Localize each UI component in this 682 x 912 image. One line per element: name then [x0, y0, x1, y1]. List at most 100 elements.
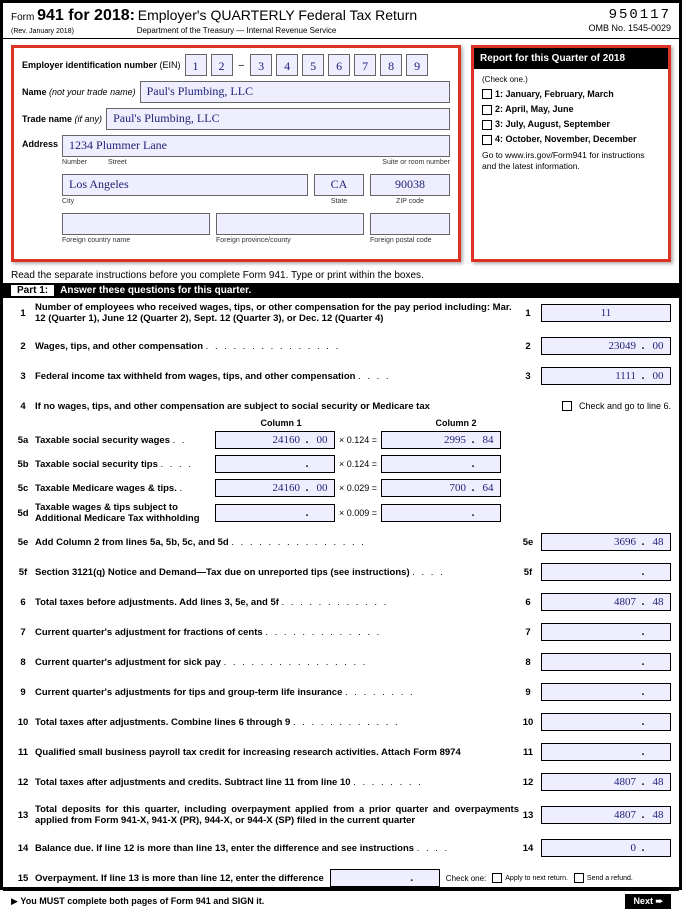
- state-sublabel: State: [314, 198, 364, 205]
- quarter-title: Report for this Quarter of 2018: [474, 48, 668, 69]
- line5e-num: 5e: [519, 537, 537, 548]
- fprovince-input[interactable]: [216, 213, 364, 235]
- line3-input[interactable]: 1111.00: [541, 367, 671, 385]
- line5d-mult: × 0.009 =: [335, 508, 381, 518]
- ein-digit-8[interactable]: 8: [380, 54, 402, 76]
- ein-digit-6[interactable]: 6: [328, 54, 350, 76]
- ein-digit-1[interactable]: 1: [185, 54, 207, 76]
- number-sublabel: Number: [62, 159, 102, 166]
- line12-num: 12: [519, 777, 537, 788]
- line1-input[interactable]: 11: [541, 304, 671, 322]
- line6-text: Total taxes before adjustments. Add line…: [35, 597, 279, 608]
- line11-input[interactable]: .: [541, 743, 671, 761]
- zip-input[interactable]: 90038: [370, 174, 450, 196]
- q3-checkbox[interactable]: [482, 120, 492, 130]
- ein-digit-3[interactable]: 3: [250, 54, 272, 76]
- line9-text: Current quarter's adjustments for tips a…: [35, 687, 342, 698]
- street-input[interactable]: 1234 Plummer Lane: [62, 135, 450, 157]
- col1-header: Column 1: [221, 418, 341, 428]
- line5c-col2[interactable]: 700.64: [381, 479, 501, 497]
- line1-text: Number of employees who received wages, …: [35, 302, 512, 324]
- line5e-input[interactable]: 3696.48: [541, 533, 671, 551]
- ein-digit-4[interactable]: 4: [276, 54, 298, 76]
- part1-num: Part 1:: [11, 285, 54, 296]
- line5b-col1[interactable]: .: [215, 455, 335, 473]
- line14-num: 14: [519, 843, 537, 854]
- line5e-text: Add Column 2 from lines 5a, 5b, 5c, and …: [35, 537, 229, 548]
- ein-digit-5[interactable]: 5: [302, 54, 324, 76]
- q1-checkbox[interactable]: [482, 89, 492, 99]
- footer-sign: You MUST complete both pages of Form 941…: [20, 896, 264, 906]
- q4-checkbox[interactable]: [482, 135, 492, 145]
- line9-input[interactable]: .: [541, 683, 671, 701]
- line8-num: 8: [519, 657, 537, 668]
- fpostal-input[interactable]: [370, 213, 450, 235]
- trade-input[interactable]: Paul's Plumbing, LLC: [106, 108, 450, 130]
- line5d-col2[interactable]: .: [381, 504, 501, 522]
- line3-text: Federal income tax withheld from wages, …: [35, 371, 355, 382]
- line14-input[interactable]: 0.: [541, 839, 671, 857]
- line12-input[interactable]: 4807.48: [541, 773, 671, 791]
- line5f-input[interactable]: .: [541, 563, 671, 581]
- zip-sublabel: ZIP code: [370, 198, 450, 205]
- line7-num: 7: [519, 627, 537, 638]
- line15-opt1-checkbox[interactable]: [492, 873, 502, 883]
- ein-digit-9[interactable]: 9: [406, 54, 428, 76]
- line1-num: 1: [519, 308, 537, 319]
- part1-title: Answer these questions for this quarter.: [60, 285, 251, 296]
- trade-note: (if any): [75, 114, 103, 124]
- line11-text: Qualified small business payroll tax cre…: [35, 747, 461, 758]
- next-button[interactable]: Next ➨: [625, 894, 671, 909]
- line5a-col2[interactable]: 2995.84: [381, 431, 501, 449]
- form-rev: (Rev. January 2018): [11, 28, 74, 35]
- line5c-text: Taxable Medicare wages & tips.: [35, 483, 177, 494]
- ein-abbr: (EIN): [160, 60, 181, 70]
- line15-check-label: Check one:: [446, 874, 486, 883]
- line7-input[interactable]: .: [541, 623, 671, 641]
- line6-input[interactable]: 4807.48: [541, 593, 671, 611]
- line13-input[interactable]: 4807.48: [541, 806, 671, 824]
- state-input[interactable]: CA: [314, 174, 364, 196]
- line5d-col1[interactable]: .: [215, 504, 335, 522]
- line15-text: Overpayment. If line 13 is more than lin…: [35, 873, 324, 884]
- line4-check-label: Check and go to line 6.: [579, 401, 671, 411]
- quarter-box: Report for this Quarter of 2018 (Check o…: [471, 45, 671, 262]
- trade-label: Trade name: [22, 114, 72, 124]
- name-note: (not your trade name): [49, 87, 136, 97]
- line5f-num: 5f: [519, 567, 537, 578]
- part1-header: Part 1: Answer these questions for this …: [3, 283, 679, 298]
- fprovince-sublabel: Foreign province/county: [216, 237, 364, 244]
- quarter-check-note: (Check one.): [482, 73, 660, 87]
- name-input[interactable]: Paul's Plumbing, LLC: [140, 81, 450, 103]
- fpostal-sublabel: Foreign postal code: [370, 237, 450, 244]
- fcountry-input[interactable]: [62, 213, 210, 235]
- line5b-col2[interactable]: .: [381, 455, 501, 473]
- line5c-mult: × 0.029 =: [335, 483, 381, 493]
- line15-opt2-checkbox[interactable]: [574, 873, 584, 883]
- fcountry-sublabel: Foreign country name: [62, 237, 210, 244]
- name-label: Name: [22, 87, 47, 97]
- line13-text: Total deposits for this quarter, includi…: [35, 804, 519, 826]
- line2-input[interactable]: 23049.00: [541, 337, 671, 355]
- q2-checkbox[interactable]: [482, 105, 492, 115]
- ein-digit-2[interactable]: 2: [211, 54, 233, 76]
- line10-input[interactable]: .: [541, 713, 671, 731]
- ein-digit-7[interactable]: 7: [354, 54, 376, 76]
- line5a-text: Taxable social security wages: [35, 435, 170, 446]
- q1-label: 1: January, February, March: [495, 89, 614, 99]
- line14-text: Balance due. If line 12 is more than lin…: [35, 843, 414, 854]
- line2-num: 2: [519, 341, 537, 352]
- city-input[interactable]: Los Angeles: [62, 174, 308, 196]
- line5b-text: Taxable social security tips: [35, 459, 158, 470]
- line7-text: Current quarter's adjustment for fractio…: [35, 627, 263, 638]
- line15-opt2: Send a refund.: [587, 875, 633, 882]
- line15-input[interactable]: .: [330, 869, 440, 887]
- line9-num: 9: [519, 687, 537, 698]
- line5c-col1[interactable]: 24160.00: [215, 479, 335, 497]
- line5a-col1[interactable]: 24160.00: [215, 431, 335, 449]
- line11-num: 11: [519, 747, 537, 758]
- form-dept: Department of the Treasury — Internal Re…: [137, 26, 337, 35]
- line8-input[interactable]: .: [541, 653, 671, 671]
- line4-text: If no wages, tips, and other compensatio…: [35, 401, 430, 412]
- line4-checkbox[interactable]: [562, 401, 572, 411]
